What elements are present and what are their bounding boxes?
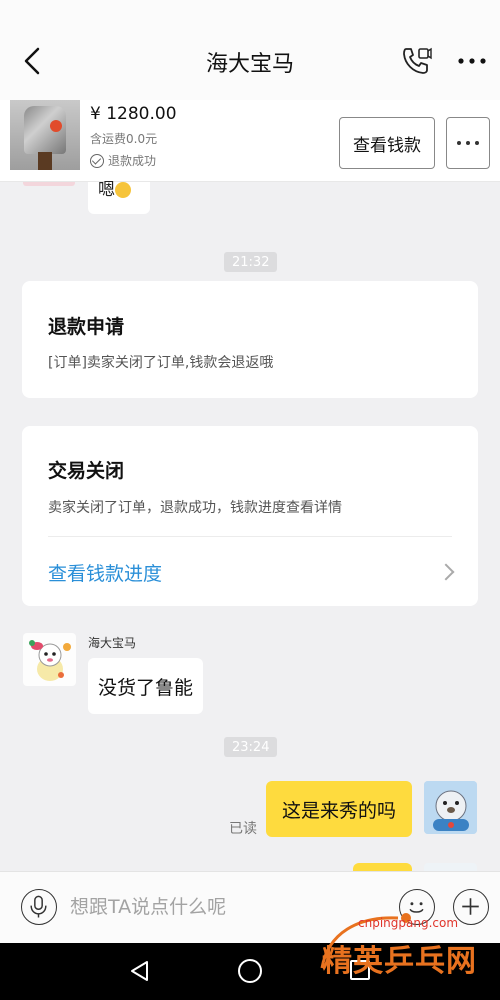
watermark-site: cnpingpang.com <box>358 916 459 930</box>
product-thumbnail[interactable] <box>10 100 80 170</box>
product-bar[interactable]: ¥ 1280.00 含运费0.0元 退款成功 查看钱款 <box>0 100 500 182</box>
timestamp: 21:32 <box>224 252 278 272</box>
check-circle-icon <box>90 153 104 168</box>
avatar[interactable] <box>23 633 76 686</box>
trade-closed-card[interactable]: 交易关闭 卖家关闭了订单，退款成功，钱款进度查看详情 查看钱款进度 <box>22 426 478 606</box>
message-bubble-outgoing[interactable] <box>353 863 412 871</box>
product-more-button[interactable] <box>446 117 490 169</box>
voice-button[interactable] <box>21 889 57 925</box>
card-title: 交易关闭 <box>48 460 125 482</box>
read-receipt: 已读 <box>229 821 257 837</box>
sender-name: 海大宝马 <box>88 636 137 650</box>
refund-request-card[interactable]: 退款申请 [订单]卖家关闭了订单,钱款会退返哦 <box>22 281 478 398</box>
view-money-button[interactable]: 查看钱款 <box>339 117 435 169</box>
refund-status: 退款成功 <box>90 152 156 169</box>
message-bubble-incoming[interactable]: 没货了鲁能 <box>88 658 204 714</box>
message-text: 没货了鲁能 <box>98 676 194 699</box>
racket-handle-image <box>38 152 52 170</box>
product-price: ¥ 1280.00 <box>90 104 177 124</box>
message-bubble-incoming[interactable]: 嗯 <box>88 182 150 214</box>
cartoon-avatar-image <box>29 640 71 681</box>
chevron-right-icon <box>437 563 455 581</box>
message-bubble-outgoing[interactable]: 这是来秀的吗 <box>266 781 412 837</box>
shipping-fee: 含运费0.0元 <box>90 132 158 146</box>
view-refund-progress-link[interactable]: 查看钱款进度 <box>48 559 162 586</box>
card-description: 卖家关闭了订单，退款成功，钱款进度查看详情 <box>48 500 342 516</box>
divider <box>48 536 452 537</box>
avatar[interactable] <box>23 182 75 186</box>
nav-back-icon[interactable] <box>128 959 152 983</box>
message-text: 这是来秀的吗 <box>281 799 396 822</box>
watermark-text: 精英乒乓网 <box>322 944 477 979</box>
watermark: cnpingpang.com 精英乒乓网 <box>318 908 500 1000</box>
nav-home-icon[interactable] <box>238 959 262 983</box>
card-description: [订单]卖家关闭了订单,钱款会退返哦 <box>48 355 274 371</box>
grin-emoji-icon <box>115 182 131 198</box>
top-bar: 海大宝马 <box>0 0 500 100</box>
brand-logo-image <box>50 120 62 132</box>
refund-status-label: 退款成功 <box>108 154 157 168</box>
more-dots-icon[interactable] <box>456 52 488 70</box>
card-title: 退款申请 <box>48 316 125 338</box>
more-dots-icon <box>457 141 479 145</box>
timestamp: 23:24 <box>224 737 278 757</box>
message-text: 嗯 <box>98 180 115 200</box>
microphone-icon <box>30 895 47 918</box>
phone-icon[interactable] <box>400 45 432 77</box>
seal-avatar-image <box>424 781 477 834</box>
avatar[interactable] <box>424 781 477 834</box>
avatar[interactable] <box>424 863 477 871</box>
